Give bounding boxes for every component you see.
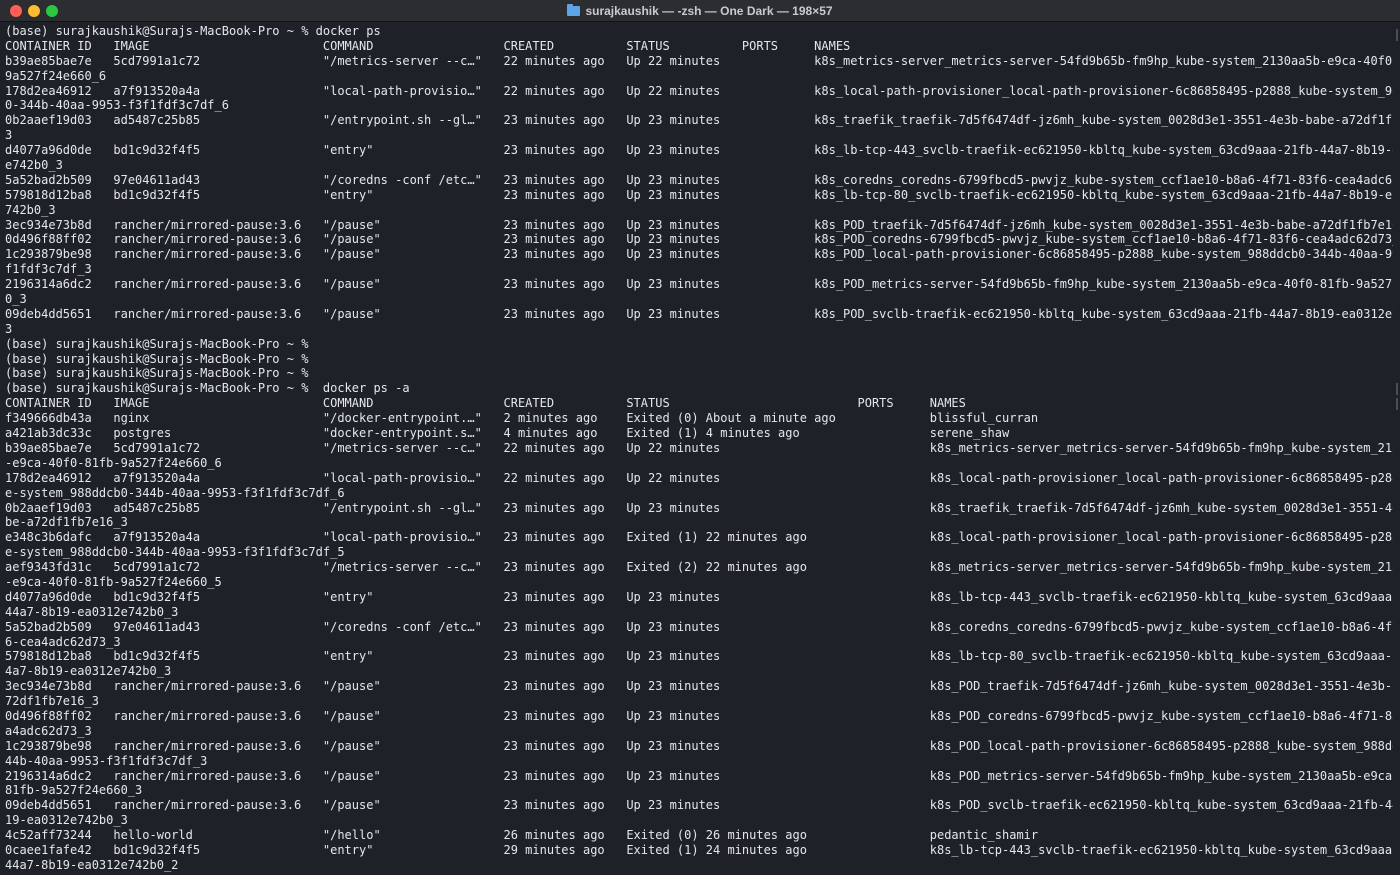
terminal-line: 4a7-8b19-ea0312e742b0_3	[5, 664, 172, 679]
terminal-line: 44a7-8b19-ea0312e742b0_3	[5, 604, 179, 619]
terminal-line: be-a72df1fb7e16_3	[5, 515, 128, 530]
terminal-line: aef9343fd31c 5cd7991a1c72 "/metrics-serv…	[5, 560, 1393, 575]
terminal-line: -e9ca-40f0-81fb-9a527f24e660_5	[5, 574, 222, 589]
terminal-line: 0-344b-40aa-9953-f3f1fdf3c7df_6	[5, 98, 229, 113]
terminal-line: 5a52bad2b509 97e04611ad43 "/coredns -con…	[5, 619, 1393, 634]
terminal-line: 5a52bad2b509 97e04611ad43 "/coredns -con…	[5, 172, 1393, 187]
terminal-line: 3ec934e73b8d rancher/mirrored-pause:3.6 …	[5, 679, 1393, 694]
terminal-line: d4077a96d0de bd1c9d32f4f5 "entry" 23 min…	[5, 143, 1393, 158]
terminal-line: e-system_988ddcb0-344b-40aa-9953-f3f1fdf…	[5, 545, 345, 560]
terminal-line: 3	[5, 128, 13, 143]
terminal-line: f1fdf3c7df_3	[5, 262, 92, 277]
terminal-line: b39ae85bae7e 5cd7991a1c72 "/metrics-serv…	[5, 53, 1393, 68]
terminal-line: 6-cea4adc62d73_3	[5, 634, 121, 649]
terminal-line: -e9ca-40f0-81fb-9a527f24e660_6	[5, 455, 222, 470]
terminal-line: 81fb-9a527f24e660_3	[5, 783, 143, 798]
window-title: surajkaushik — -zsh — One Dark — 198×57	[585, 4, 833, 18]
terminal-line: 44a7-8b19-ea0312e742b0_2	[5, 857, 179, 872]
terminal-line: f349666db43a nginx "/docker-entrypoint.……	[5, 411, 1039, 426]
terminal-line: 0d496f88ff02 rancher/mirrored-pause:3.6 …	[5, 232, 1393, 247]
scroll-marker	[1396, 383, 1398, 395]
terminal-line: CONTAINER ID IMAGE COMMAND CREATED STATU…	[5, 396, 966, 411]
scroll-marker	[1396, 398, 1398, 410]
terminal-line: 579818d12ba8 bd1c9d32f4f5 "entry" 23 min…	[5, 649, 1393, 664]
window-title-area: surajkaushik — -zsh — One Dark — 198×57	[0, 0, 1400, 22]
terminal-line: 0_3	[5, 292, 27, 307]
title-bar: surajkaushik — -zsh — One Dark — 198×57	[0, 0, 1400, 22]
terminal-line: 0d496f88ff02 rancher/mirrored-pause:3.6 …	[5, 708, 1393, 723]
terminal-line: e-system_988ddcb0-344b-40aa-9953-f3f1fdf…	[5, 485, 345, 500]
terminal-line: d4077a96d0de bd1c9d32f4f5 "entry" 23 min…	[5, 589, 1393, 604]
terminal-line: (base) surajkaushik@Surajs-MacBook-Pro ~…	[5, 336, 309, 351]
terminal-line: (base) surajkaushik@Surajs-MacBook-Pro ~…	[5, 24, 381, 38]
terminal-line: (base) surajkaushik@Surajs-MacBook-Pro ~…	[5, 366, 309, 381]
terminal-line: 19-ea0312e742b0_3	[5, 813, 128, 828]
terminal-line: 2196314a6dc2 rancher/mirrored-pause:3.6 …	[5, 277, 1393, 292]
terminal-line: 4c52aff73244 hello-world "/hello" 26 min…	[5, 828, 1039, 843]
terminal-line: 178d2ea46912 a7f913520a4a "local-path-pr…	[5, 83, 1393, 98]
terminal-line: 09deb4dd5651 rancher/mirrored-pause:3.6 …	[5, 798, 1393, 813]
folder-icon	[567, 4, 581, 16]
terminal-line: a4adc62d73_3	[5, 723, 92, 738]
terminal-line: 1c293879be98 rancher/mirrored-pause:3.6 …	[5, 738, 1393, 753]
scroll-marker	[1396, 29, 1398, 41]
terminal-line: 3	[5, 321, 13, 336]
terminal-line: 178d2ea46912 a7f913520a4a "local-path-pr…	[5, 470, 1393, 485]
terminal-line: 72df1fb7e16_3	[5, 694, 99, 709]
terminal-line: 579818d12ba8 bd1c9d32f4f5 "entry" 23 min…	[5, 187, 1393, 202]
terminal-line: 1c293879be98 rancher/mirrored-pause:3.6 …	[5, 247, 1393, 262]
terminal-line: 9a527f24e660_6	[5, 68, 107, 83]
terminal-line: 742b0_3	[5, 202, 56, 217]
terminal-line: CONTAINER ID IMAGE COMMAND CREATED STATU…	[5, 38, 851, 53]
terminal-line: a421ab3dc33c postgres "docker-entrypoint…	[5, 426, 1010, 441]
terminal-line: 3ec934e73b8d rancher/mirrored-pause:3.6 …	[5, 217, 1393, 232]
terminal-line: b39ae85bae7e 5cd7991a1c72 "/metrics-serv…	[5, 440, 1393, 455]
terminal-line: 2196314a6dc2 rancher/mirrored-pause:3.6 …	[5, 768, 1393, 783]
terminal-line: (base) surajkaushik@Surajs-MacBook-Pro ~…	[5, 351, 309, 366]
terminal-line: 0caee1fafe42 bd1c9d32f4f5 "entry" 29 min…	[5, 842, 1393, 857]
terminal-line: 44b-40aa-9953-f3f1fdf3c7df_3	[5, 753, 208, 768]
terminal-line: (base) surajkaushik@Surajs-MacBook-Pro ~…	[5, 381, 410, 396]
terminal-line: 0b2aaef19d03 ad5487c25b85 "/entrypoint.s…	[5, 500, 1393, 515]
terminal-line: e742b0_3	[5, 158, 63, 173]
terminal-line: 0b2aaef19d03 ad5487c25b85 "/entrypoint.s…	[5, 113, 1393, 128]
terminal-window: surajkaushik — -zsh — One Dark — 198×57 …	[0, 0, 1400, 875]
terminal-line: 09deb4dd5651 rancher/mirrored-pause:3.6 …	[5, 306, 1393, 321]
terminal-line: e348c3b6dafc a7f913520a4a "local-path-pr…	[5, 530, 1393, 545]
terminal-output[interactable]: (base) surajkaushik@Surajs-MacBook-Pro ~…	[5, 24, 1393, 874]
